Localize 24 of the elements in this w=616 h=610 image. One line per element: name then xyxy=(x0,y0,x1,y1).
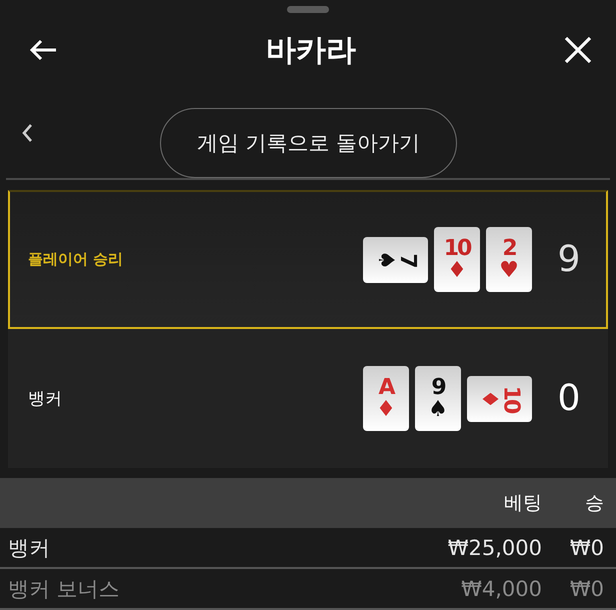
table-cell-text: 뱅커 xyxy=(8,534,51,562)
chevron-left-icon[interactable] xyxy=(20,122,34,144)
playing-card: 10 ♦ xyxy=(434,227,480,292)
table-cell-text: ₩4,000 xyxy=(460,576,542,600)
table-cell-text: 뱅커 보너스 xyxy=(8,576,121,602)
column-header: 승 xyxy=(584,491,604,516)
back-to-history-button[interactable]: 게임 기록으로 돌아가기 xyxy=(160,108,457,178)
table-cell-text: ₩25,000 xyxy=(446,536,542,560)
table-cell-text: ₩0 xyxy=(568,536,604,560)
playing-card: 10 ♦ xyxy=(467,376,532,422)
column-header: 베팅 xyxy=(503,491,542,516)
playing-card: A ♦ xyxy=(363,366,409,431)
playing-card: 7 ♠ xyxy=(363,236,428,282)
hand-total: 0 xyxy=(556,378,582,419)
playing-card: 2 ♥ xyxy=(486,227,532,292)
hand-label: 뱅커 xyxy=(28,388,63,410)
close-icon[interactable] xyxy=(564,36,592,64)
table-cell-text: ₩0 xyxy=(568,576,604,600)
hand-label: 플레이어 승리 xyxy=(28,250,124,269)
window-title: 바카라 xyxy=(266,32,356,70)
drag-handle[interactable] xyxy=(287,6,329,13)
back-arrow-icon[interactable] xyxy=(28,38,58,62)
hand-total: 9 xyxy=(556,239,582,280)
playing-card: 9 ♠ xyxy=(415,366,461,431)
